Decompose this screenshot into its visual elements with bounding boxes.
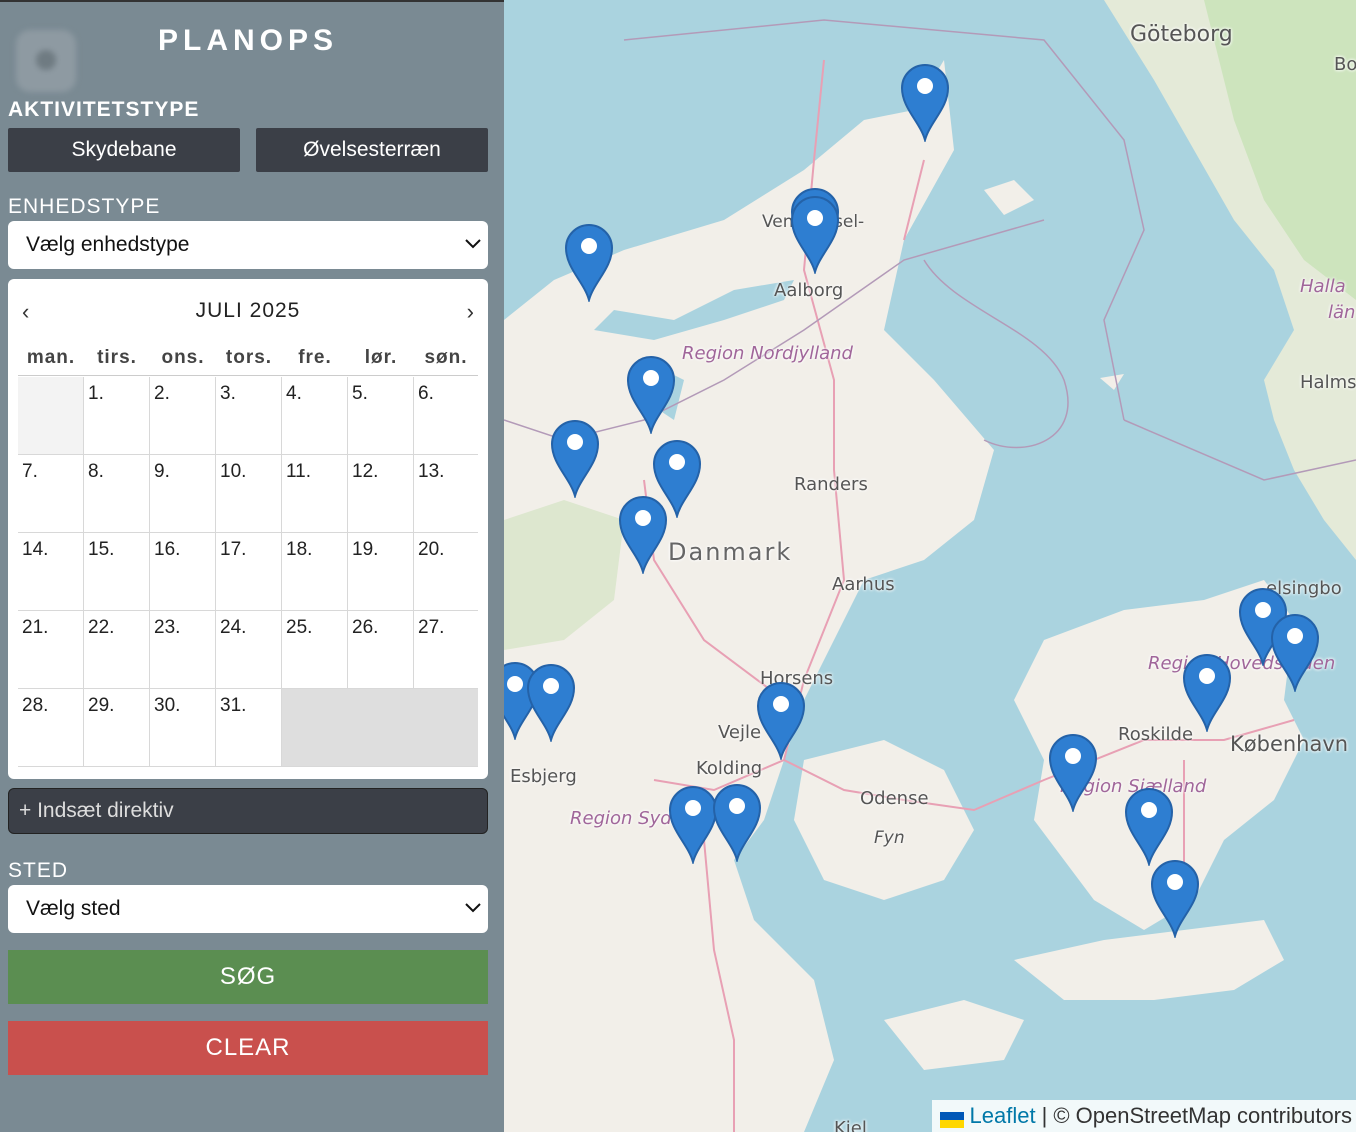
calendar-day[interactable]: 14. (18, 533, 84, 611)
chevron-down-icon (465, 903, 481, 913)
search-button[interactable]: SØG (8, 950, 488, 1004)
weekday-sun: søn. (424, 347, 468, 368)
weekday-mon: man. (26, 347, 76, 368)
unit-type-select[interactable]: Vælg enhedstype (8, 221, 488, 269)
clear-button[interactable]: CLEAR (8, 1021, 488, 1075)
map-label-vejle: Vejle (718, 722, 762, 743)
osm-attribution-text[interactable]: © OpenStreetMap contributors (1053, 1103, 1352, 1129)
map-marker-icon[interactable] (618, 494, 668, 576)
calendar-day[interactable]: 12. (348, 455, 414, 533)
calendar-day[interactable]: 9. (150, 455, 216, 533)
map[interactable]: Göteborg Bo Ven sel- Aalborg Region Nord… (504, 0, 1356, 1132)
map-marker-icon[interactable] (1048, 732, 1098, 814)
calendar-empty-cell (18, 377, 84, 455)
chevron-down-icon (465, 239, 481, 249)
unit-type-label: ENHEDSTYPE (8, 195, 161, 218)
calendar-day[interactable]: 19. (348, 533, 414, 611)
map-marker-icon[interactable] (1150, 858, 1200, 940)
map-label-kolding: Kolding (696, 758, 763, 779)
calendar-day[interactable]: 6. (414, 377, 478, 455)
calendar-day[interactable]: 20. (414, 533, 478, 611)
weekday-wed: ons. (161, 347, 205, 368)
map-marker-icon[interactable] (900, 62, 950, 144)
map-marker-icon[interactable] (712, 782, 762, 864)
map-label-region-nordjylland: Region Nordjylland (682, 343, 853, 364)
map-label-aarhus: Aarhus (832, 574, 895, 595)
activity-shooting-range-button[interactable]: Skydebane (8, 128, 240, 172)
calendar-day[interactable]: 1. (84, 377, 150, 455)
calendar-day[interactable]: 15. (84, 533, 150, 611)
calendar-day[interactable]: 26. (348, 611, 414, 689)
calendar-day[interactable]: 3. (216, 377, 282, 455)
map-marker-icon[interactable] (626, 354, 676, 436)
calendar-day[interactable]: 24. (216, 611, 282, 689)
calendar-day[interactable]: 18. (282, 533, 348, 611)
map-label-aalborg: Aalborg (774, 280, 844, 301)
unit-type-value: Vælg enhedstype (26, 233, 190, 256)
map-label-halmstad: Halms (1300, 372, 1356, 393)
map-marker-icon[interactable] (1124, 786, 1174, 868)
map-label-fyn: Fyn (874, 828, 905, 848)
calendar-day[interactable]: 5. (348, 377, 414, 455)
calendar-day[interactable]: 31. (216, 689, 282, 767)
map-marker-icon[interactable] (1182, 652, 1232, 734)
map-label-goteborg: Göteborg (1130, 22, 1233, 47)
sidebar: PLANOPS AKTIVITETSTYPE Skydebane Øvelses… (0, 0, 504, 1132)
calendar: ‹ JULI 2025 › man. tirs. ons. tors. fre.… (8, 279, 488, 779)
calendar-day[interactable]: 25. (282, 611, 348, 689)
map-label-odense: Odense (860, 788, 929, 809)
calendar-trailing-empty (282, 689, 478, 767)
weekday-thu: tors. (225, 347, 273, 368)
map-marker-icon[interactable] (526, 662, 576, 744)
calendar-day[interactable]: 4. (282, 377, 348, 455)
calendar-day[interactable]: 29. (84, 689, 150, 767)
calendar-day[interactable]: 11. (282, 455, 348, 533)
calendar-day[interactable]: 23. (150, 611, 216, 689)
calendar-day[interactable]: 22. (84, 611, 150, 689)
map-marker-icon[interactable] (1270, 612, 1320, 694)
calendar-day[interactable]: 10. (216, 455, 282, 533)
map-label-halland: Halla (1300, 276, 1346, 297)
activity-type-label: AKTIVITETSTYPE (8, 98, 200, 121)
calendar-day[interactable]: 17. (216, 533, 282, 611)
map-attribution: Leaflet | © OpenStreetMap contributors (931, 1100, 1356, 1132)
map-label-randers: Randers (794, 474, 868, 495)
attribution-separator: | (1041, 1103, 1048, 1128)
calendar-day[interactable]: 16. (150, 533, 216, 611)
map-label-vendsyssel: Ven (762, 212, 794, 232)
calendar-month-title: JULI 2025 (195, 299, 301, 322)
map-marker-icon[interactable] (668, 784, 718, 866)
place-label: STED (8, 859, 69, 882)
calendar-day[interactable]: 28. (18, 689, 84, 767)
add-directive-button[interactable]: + Indsæt direktiv (8, 788, 488, 834)
calendar-day[interactable]: 30. (150, 689, 216, 767)
calendar-next-button[interactable]: › (467, 299, 474, 325)
leaflet-link[interactable]: Leaflet (970, 1103, 1036, 1129)
weekday-tue: tirs. (97, 347, 137, 368)
map-label-kobenhavn: København (1230, 732, 1349, 756)
map-label-esbjerg: Esbjerg (510, 766, 577, 787)
calendar-day[interactable]: 8. (84, 455, 150, 533)
map-marker-icon[interactable] (550, 418, 600, 500)
calendar-day[interactable]: 13. (414, 455, 478, 533)
app-title: PLANOPS (157, 24, 339, 57)
map-label-halland-lan: län (1328, 302, 1356, 323)
map-label-danmark: Danmark (668, 538, 793, 566)
map-marker-icon[interactable] (756, 680, 806, 762)
map-label-kiel: Kiel (834, 1118, 867, 1132)
ukraine-flag-icon (939, 1108, 964, 1128)
place-select[interactable]: Vælg sted (8, 885, 488, 933)
calendar-day[interactable]: 2. (150, 377, 216, 455)
calendar-day[interactable]: 7. (18, 455, 84, 533)
map-label-bo: Bo (1334, 54, 1356, 75)
place-value: Vælg sted (26, 897, 121, 920)
calendar-day[interactable]: 27. (414, 611, 478, 689)
activity-training-area-button[interactable]: Øvelsesterræn (256, 128, 488, 172)
weekday-fri: fre. (298, 347, 332, 368)
weekday-sat: lør. (364, 347, 398, 368)
map-marker-icon[interactable] (790, 194, 840, 276)
calendar-day[interactable]: 21. (18, 611, 84, 689)
map-marker-icon[interactable] (564, 222, 614, 304)
